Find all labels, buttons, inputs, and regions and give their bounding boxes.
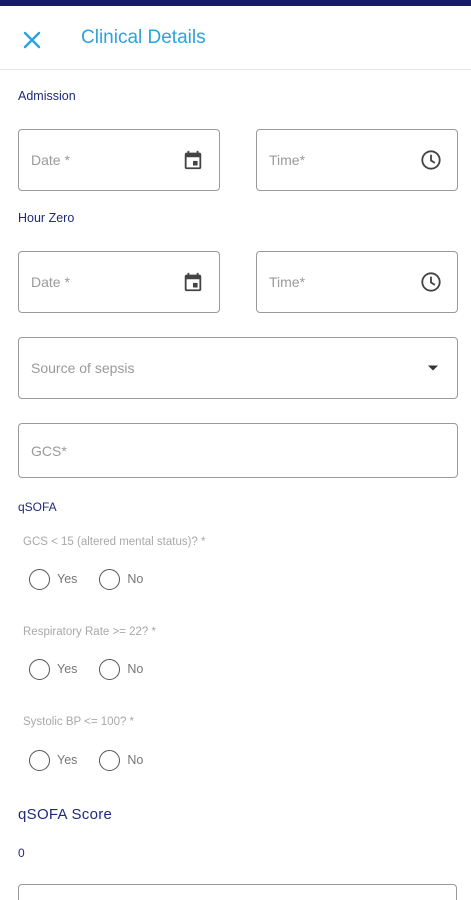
dropdown-arrow-icon — [427, 363, 439, 373]
radio-label: Yes — [57, 662, 78, 676]
qsofa-score-value: 0 — [18, 846, 25, 860]
hour-zero-time-placeholder: Time* — [269, 274, 306, 290]
hour-zero-time-field[interactable]: Time* — [256, 251, 458, 313]
radio-circle[interactable] — [29, 658, 50, 680]
calendar-icon[interactable] — [181, 270, 205, 294]
close-icon — [23, 31, 41, 49]
admission-date-placeholder: Date * — [31, 152, 70, 168]
qsofa-rr-no-radio[interactable]: No — [99, 658, 144, 680]
source-of-sepsis-select[interactable]: Source of sepsis — [18, 337, 458, 399]
qsofa-question-systolic-bp: Systolic BP <= 100? * — [23, 716, 135, 728]
next-field-partial[interactable] — [18, 884, 457, 900]
calendar-icon[interactable] — [181, 148, 205, 172]
qsofa-question-respiratory-rate: Respiratory Rate >= 22? * — [23, 626, 156, 638]
gcs-input[interactable]: GCS* — [18, 423, 458, 478]
gcs-placeholder: GCS* — [31, 443, 67, 459]
radio-circle[interactable] — [99, 658, 121, 680]
hour-zero-label: Hour Zero — [18, 211, 75, 225]
qsofa-bp-yes-radio[interactable]: Yes — [29, 749, 78, 771]
radio-circle[interactable] — [29, 568, 50, 590]
qsofa-bp-radio-group: Yes No — [29, 748, 165, 772]
qsofa-rr-radio-group: Yes No — [29, 657, 165, 681]
qsofa-score-label: qSOFA Score — [18, 806, 113, 823]
admission-label: Admission — [18, 89, 76, 103]
qsofa-label: qSOFA — [18, 500, 57, 514]
clock-icon[interactable] — [419, 270, 443, 294]
qsofa-gcs-radio-group: Yes No — [29, 567, 165, 591]
radio-circle[interactable] — [99, 568, 121, 590]
close-button[interactable] — [18, 26, 46, 54]
radio-label: Yes — [57, 753, 78, 767]
radio-label: Yes — [57, 572, 78, 586]
qsofa-gcs-no-radio[interactable]: No — [99, 568, 144, 590]
admission-time-field[interactable]: Time* — [256, 129, 458, 191]
qsofa-rr-yes-radio[interactable]: Yes — [29, 658, 78, 680]
qsofa-gcs-yes-radio[interactable]: Yes — [29, 568, 78, 590]
page-title: Clinical Details — [81, 27, 206, 48]
qsofa-bp-no-radio[interactable]: No — [99, 749, 144, 771]
admission-time-placeholder: Time* — [269, 152, 306, 168]
app-header: Clinical Details — [0, 6, 471, 70]
admission-date-field[interactable]: Date * — [18, 129, 220, 191]
clock-icon[interactable] — [419, 148, 443, 172]
radio-circle[interactable] — [99, 749, 121, 771]
radio-label: No — [127, 753, 144, 767]
radio-label: No — [127, 662, 144, 676]
radio-circle[interactable] — [29, 749, 50, 771]
hour-zero-date-placeholder: Date * — [31, 274, 70, 290]
hour-zero-date-field[interactable]: Date * — [18, 251, 220, 313]
source-of-sepsis-placeholder: Source of sepsis — [31, 360, 135, 376]
qsofa-question-gcs: GCS < 15 (altered mental status)? * — [23, 536, 206, 548]
radio-label: No — [127, 572, 144, 586]
